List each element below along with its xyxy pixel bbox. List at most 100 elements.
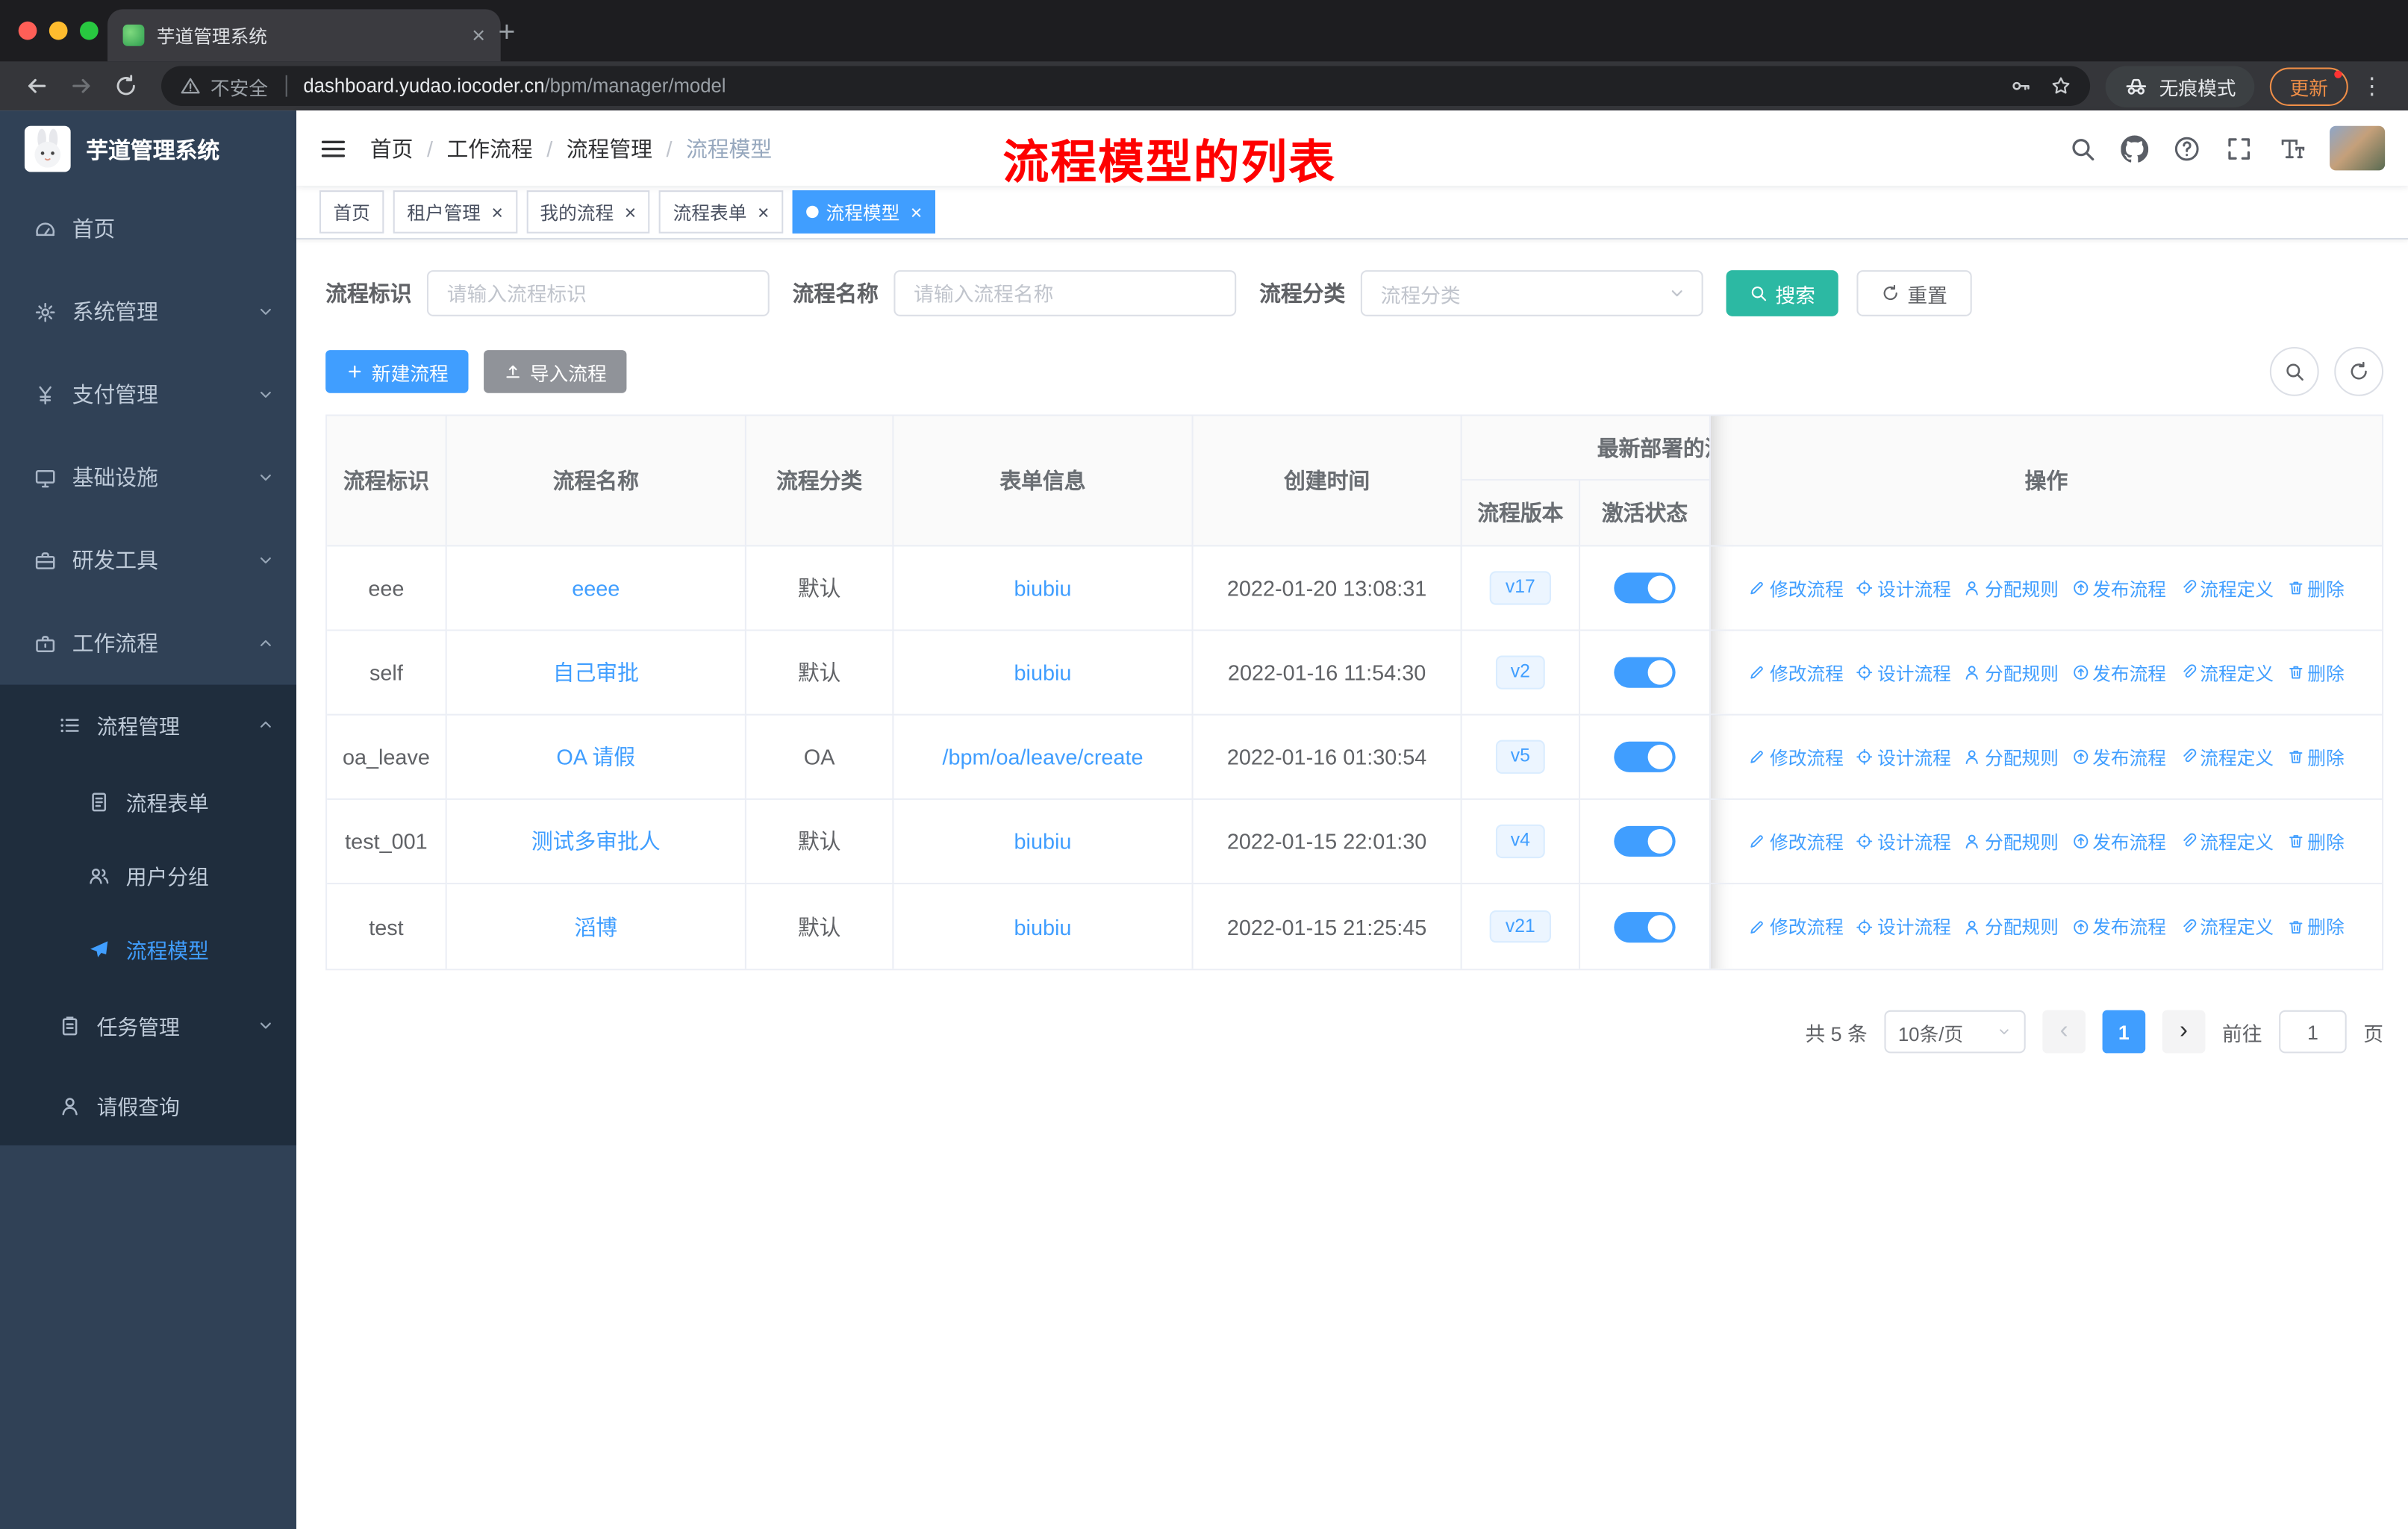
action-definition-link[interactable]: 流程定义 [2178, 913, 2274, 939]
create-process-button[interactable]: 新建流程 [325, 350, 469, 393]
page-size-select[interactable]: 10条/页 [1884, 1010, 2026, 1054]
action-assign-link[interactable]: 分配规则 [1963, 744, 2059, 770]
action-delete-link[interactable]: 删除 [2286, 913, 2345, 939]
process-name-link[interactable]: 滔博 [574, 911, 617, 942]
status-toggle[interactable] [1614, 741, 1676, 772]
breadcrumb-item[interactable]: 流程管理 [567, 133, 652, 163]
process-name-link[interactable]: eeee [572, 576, 620, 601]
tab-home[interactable]: 首页 [319, 190, 384, 234]
bookmark-star-icon[interactable] [2050, 75, 2072, 97]
browser-tab[interactable]: 芋道管理系统 × [107, 9, 501, 62]
sidebar-collapse-button[interactable] [319, 134, 347, 162]
sidebar-item-flow-manage[interactable]: 流程管理 [0, 685, 296, 765]
password-key-icon[interactable] [2010, 75, 2032, 97]
action-assign-link[interactable]: 分配规则 [1963, 828, 2059, 854]
tab-my-flow[interactable]: 我的流程 × [525, 190, 650, 234]
status-toggle[interactable] [1614, 657, 1676, 688]
action-design-link[interactable]: 设计流程 [1856, 575, 1951, 601]
sidebar-item-payment[interactable]: 支付管理 [0, 353, 296, 436]
prev-page-button[interactable]: ‹ [2042, 1010, 2086, 1054]
user-avatar[interactable] [2330, 125, 2386, 171]
action-delete-link[interactable]: 删除 [2286, 575, 2345, 601]
reload-button[interactable] [105, 66, 146, 105]
action-design-link[interactable]: 设计流程 [1856, 744, 1951, 770]
tab-flow-model[interactable]: 流程模型 × [792, 190, 936, 234]
action-definition-link[interactable]: 流程定义 [2178, 744, 2274, 770]
breadcrumb-item[interactable]: 工作流程 [446, 133, 532, 163]
status-toggle[interactable] [1614, 911, 1676, 942]
action-edit-link[interactable]: 修改流程 [1748, 660, 1844, 686]
sidebar-item-home[interactable]: 首页 [0, 187, 296, 270]
refresh-table-button[interactable] [2334, 346, 2384, 396]
action-assign-link[interactable]: 分配规则 [1963, 660, 2059, 686]
window-minimize-button[interactable] [49, 21, 68, 40]
browser-menu-button[interactable]: ⋮ [2351, 72, 2393, 100]
action-publish-link[interactable]: 发布流程 [2071, 660, 2166, 686]
action-publish-link[interactable]: 发布流程 [2071, 913, 2166, 939]
tag-close-icon[interactable]: × [625, 202, 637, 222]
action-edit-link[interactable]: 修改流程 [1748, 575, 1844, 601]
next-page-button[interactable]: › [2162, 1010, 2206, 1054]
search-button[interactable]: 搜索 [1726, 270, 1838, 316]
sidebar-item-infra[interactable]: 基础设施 [0, 436, 296, 519]
import-process-button[interactable]: 导入流程 [484, 350, 627, 393]
action-definition-link[interactable]: 流程定义 [2178, 828, 2274, 854]
form-info-link[interactable]: biubiu [1014, 914, 1072, 939]
tag-close-icon[interactable]: × [911, 202, 923, 222]
app-logo[interactable]: 芋道管理系统 [0, 110, 296, 187]
new-tab-button[interactable]: + [488, 16, 525, 52]
sidebar-item-task-manage[interactable]: 任务管理 [0, 986, 296, 1066]
action-definition-link[interactable]: 流程定义 [2178, 660, 2274, 686]
back-button[interactable] [16, 66, 57, 105]
sidebar-item-flow-model[interactable]: 流程模型 [0, 912, 296, 986]
process-key-input[interactable] [426, 270, 770, 316]
form-info-link[interactable]: biubiu [1014, 576, 1072, 601]
form-info-link[interactable]: biubiu [1014, 660, 1072, 685]
action-design-link[interactable]: 设计流程 [1856, 660, 1951, 686]
reset-button[interactable]: 重置 [1856, 270, 1972, 316]
toggle-search-button[interactable] [2269, 346, 2319, 396]
action-delete-link[interactable]: 删除 [2286, 660, 2345, 686]
status-toggle[interactable] [1614, 572, 1676, 604]
header-search-icon[interactable] [2068, 134, 2096, 162]
process-name-input[interactable] [893, 270, 1237, 316]
sidebar-item-system[interactable]: 系统管理 [0, 270, 296, 353]
update-button[interactable]: 更新 [2269, 66, 2348, 105]
action-delete-link[interactable]: 删除 [2286, 744, 2345, 770]
action-publish-link[interactable]: 发布流程 [2071, 575, 2166, 601]
status-toggle[interactable] [1614, 825, 1676, 857]
action-design-link[interactable]: 设计流程 [1856, 913, 1951, 939]
window-close-button[interactable] [18, 21, 37, 40]
goto-page-input[interactable] [2279, 1010, 2347, 1054]
action-design-link[interactable]: 设计流程 [1856, 828, 1951, 854]
tab-flow-form[interactable]: 流程表单 × [659, 190, 783, 234]
action-assign-link[interactable]: 分配规则 [1963, 575, 2059, 601]
sidebar-item-workflow[interactable]: 工作流程 [0, 602, 296, 685]
action-edit-link[interactable]: 修改流程 [1748, 744, 1844, 770]
window-zoom-button[interactable] [79, 21, 99, 40]
process-name-link[interactable]: 测试多审批人 [531, 826, 661, 857]
process-category-select[interactable]: 流程分类 [1360, 270, 1703, 316]
font-size-icon[interactable] [2277, 134, 2305, 162]
sidebar-item-leave-query[interactable]: 请假查询 [0, 1066, 296, 1145]
form-info-link[interactable]: biubiu [1014, 829, 1072, 854]
sidebar-item-flow-form[interactable]: 流程表单 [0, 765, 296, 839]
action-publish-link[interactable]: 发布流程 [2071, 828, 2166, 854]
breadcrumb-item[interactable]: 首页 [370, 133, 414, 163]
process-name-link[interactable]: 自己审批 [553, 657, 639, 688]
current-page-button[interactable]: 1 [2102, 1010, 2146, 1054]
action-edit-link[interactable]: 修改流程 [1748, 828, 1844, 854]
sidebar-item-devtools[interactable]: 研发工具 [0, 519, 296, 601]
help-icon[interactable] [2173, 134, 2200, 162]
form-info-link[interactable]: /bpm/oa/leave/create [942, 745, 1143, 769]
sidebar-item-user-group[interactable]: 用户分组 [0, 838, 296, 912]
address-bar[interactable]: 不安全 dashboard.yudao.iocoder.cn/bpm/manag… [161, 66, 2091, 106]
tag-close-icon[interactable]: × [491, 202, 503, 222]
action-assign-link[interactable]: 分配规则 [1963, 913, 2059, 939]
github-icon[interactable] [2121, 134, 2148, 162]
process-name-link[interactable]: OA 请假 [556, 742, 635, 772]
action-definition-link[interactable]: 流程定义 [2178, 575, 2274, 601]
forward-button[interactable] [60, 66, 102, 105]
action-publish-link[interactable]: 发布流程 [2071, 744, 2166, 770]
fullscreen-icon[interactable] [2225, 134, 2253, 162]
